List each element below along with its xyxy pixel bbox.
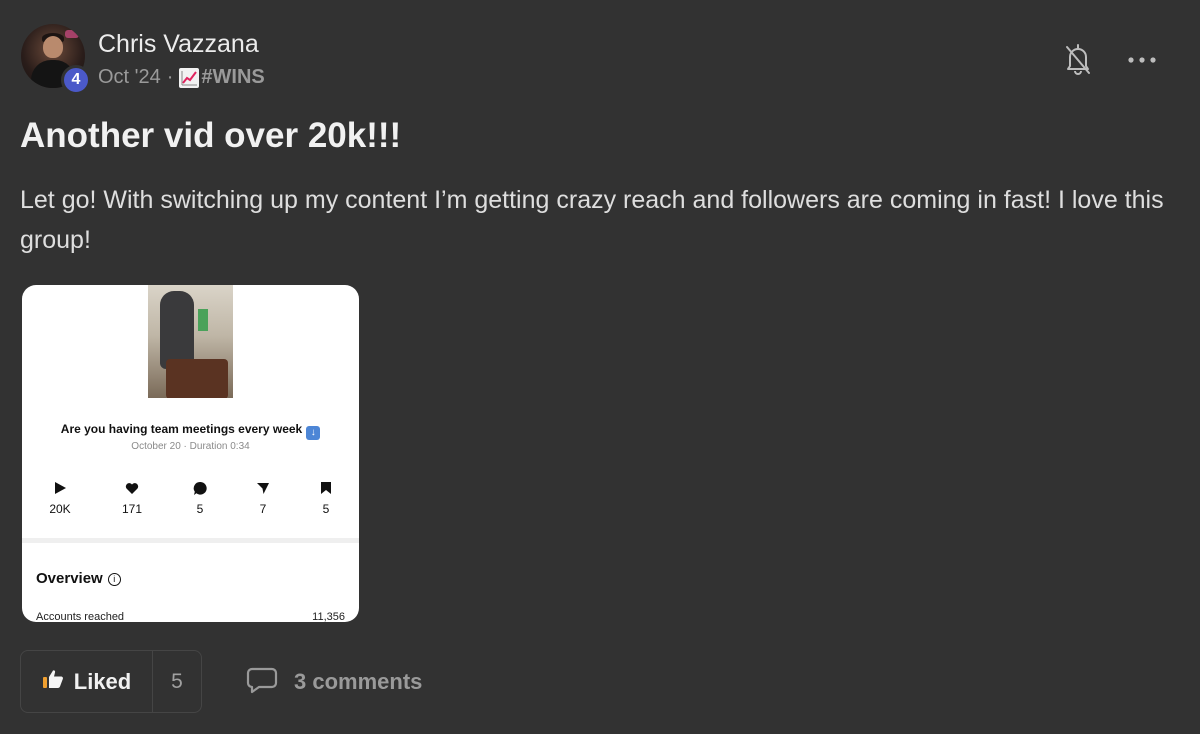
share-icon: [233, 480, 293, 496]
stat-value: 171: [121, 502, 143, 516]
post-date[interactable]: Oct '24: [98, 66, 161, 89]
like-count[interactable]: 5: [153, 651, 201, 712]
post-image-attachment[interactable]: Are you having team meetings every week ↓…: [22, 285, 359, 622]
play-icon: [30, 480, 90, 496]
accounts-reached-value: 11,356: [312, 611, 345, 622]
attachment-divider: [22, 538, 359, 543]
thumbnail-detail: [198, 309, 208, 331]
category-tag[interactable]: #WINS: [201, 66, 264, 89]
heart-icon: [102, 480, 162, 496]
comment-icon: [170, 480, 230, 496]
comments-label: 3 comments: [294, 669, 423, 694]
stat-value: 20K: [49, 502, 71, 516]
stat-saves: 5: [296, 480, 356, 516]
overview-label: Overview: [36, 570, 103, 587]
avatar-background-light: [65, 30, 79, 38]
overview-heading: Overview i: [36, 570, 121, 587]
thumbs-up-icon: [42, 669, 64, 694]
notification-off-icon[interactable]: [1064, 42, 1092, 76]
video-thumbnail: [148, 285, 233, 398]
video-caption: Are you having team meetings every week ↓: [22, 422, 359, 440]
stat-likes: 171: [102, 480, 162, 516]
like-control: Liked 5: [20, 650, 202, 713]
post-body: Let go! With switching up my content I’m…: [20, 186, 1164, 254]
level-badge: 4: [61, 65, 91, 95]
video-caption-text: Are you having team meetings every week: [60, 422, 303, 436]
comments-button[interactable]: 3 comments: [246, 666, 422, 698]
post-meta: Oct '24 · #WINS: [98, 66, 265, 89]
thumbnail-table: [166, 359, 228, 398]
down-arrow-icon: ↓: [306, 426, 321, 440]
more-options-icon[interactable]: [1126, 50, 1158, 70]
stat-value: 5: [196, 502, 204, 516]
chart-increasing-icon: [179, 67, 200, 88]
video-subcaption: October 20 · Duration 0:34: [131, 441, 250, 452]
like-button[interactable]: Liked: [21, 651, 153, 712]
meta-separator: ·: [166, 66, 174, 88]
thumbnail-person: [160, 291, 194, 369]
author-name[interactable]: Chris Vazzana: [98, 30, 259, 59]
info-icon: i: [107, 573, 121, 586]
stat-shares: 7: [233, 480, 293, 516]
accounts-reached-label: Accounts reached: [36, 611, 125, 622]
stat-value: 5: [322, 502, 330, 516]
comment-bubble-icon: [246, 666, 278, 699]
stat-value: 7: [259, 502, 267, 516]
post-card: 4 Chris Vazzana Oct '24 · #WINS Another …: [0, 0, 1200, 734]
stat-comments: 5: [170, 480, 230, 516]
stat-plays: 20K: [30, 480, 90, 516]
bookmark-icon: [296, 480, 356, 496]
post-title: Another vid over 20k!!!: [20, 116, 402, 155]
avatar-head: [43, 36, 63, 58]
like-label: Liked: [73, 668, 132, 694]
